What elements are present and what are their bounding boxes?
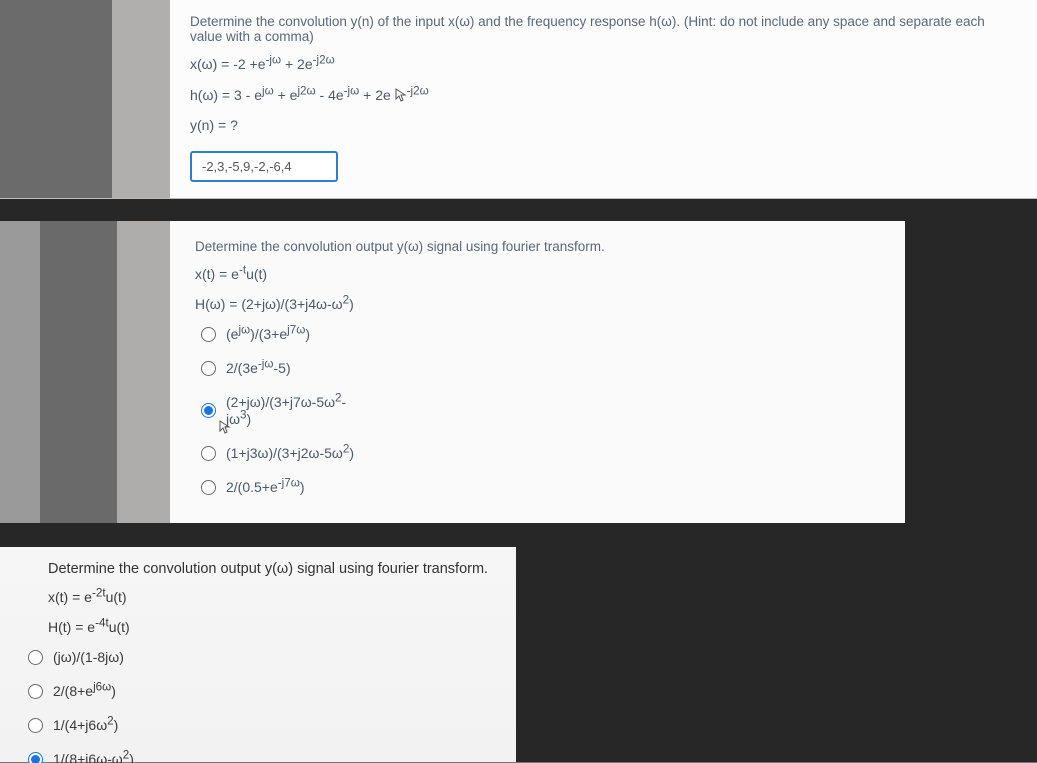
q2-option-4-text: (1+j3ω)/(3+j2ω-5ω2) xyxy=(226,445,354,461)
q3-x-lhs: x(t) = e xyxy=(48,589,92,605)
q2-option-1[interactable]: (ejω)/(3+ej7ω) xyxy=(201,326,885,342)
radio-icon[interactable] xyxy=(201,403,216,418)
q2-options: (ejω)/(3+ej7ω) 2/(3e-jω-5) (2+jω)/(3+j7ω… xyxy=(201,326,885,495)
q1-h-exp2: j2ω xyxy=(297,84,315,97)
q1-x-mid1: + 2e xyxy=(281,56,313,72)
q2-x-equation: x(t) = e-tu(t) xyxy=(195,266,885,282)
q2-x-rhs: u(t) xyxy=(246,266,267,282)
cursor-icon xyxy=(395,88,407,102)
q3-H-equation: H(t) = e-4tu(t) xyxy=(48,619,496,635)
radio-icon[interactable] xyxy=(201,327,216,342)
q1-h-equation: h(ω) = 3 - ejω + ej2ω - 4e-jω + 2e -j2ω xyxy=(190,86,1017,103)
q2-option-1-text: (ejω)/(3+ej7ω) xyxy=(226,326,310,342)
q2-H-rhs: ) xyxy=(349,296,354,312)
radio-icon[interactable] xyxy=(28,718,43,733)
q3-H-lhs: H(t) = e xyxy=(48,619,95,635)
q1-h-exp4: -j2ω xyxy=(407,84,429,97)
q3-option-1[interactable]: (jω)/(1-8jω) xyxy=(28,649,496,665)
q3-prompt: Determine the convolution output y(ω) si… xyxy=(48,561,496,577)
q3-x-exp: -2t xyxy=(92,586,106,599)
q2-prompt: Determine the convolution output y(ω) si… xyxy=(195,239,885,254)
q1-x-exp2: -j2ω xyxy=(313,53,335,66)
q1-x-lhs: x(ω) = -2 +e xyxy=(190,56,266,72)
q1-h-mid2: - 4e xyxy=(316,87,344,103)
q2-option-5[interactable]: 2/(0.5+e-j7ω) xyxy=(201,479,885,495)
question-2: Determine the convolution output y(ω) si… xyxy=(0,221,905,523)
q3-options: (jω)/(1-8jω) 2/(8+ej6ω) 1/(4+j6ω2) 1/(8+… xyxy=(28,649,496,763)
q3-x-rhs: u(t) xyxy=(106,589,127,605)
q3-option-1-text: (jω)/(1-8jω) xyxy=(53,649,124,665)
q1-h-exp3: -jω xyxy=(344,84,360,97)
q1-y-label: y(n) = ? xyxy=(190,117,1017,133)
radio-icon[interactable] xyxy=(201,446,216,461)
q2-H-lhs: H(ω) = (2+jω)/(3+j4ω-ω xyxy=(195,296,343,312)
q2-x-lhs: x(t) = e xyxy=(195,266,239,282)
q2-option-3[interactable]: (2+jω)/(3+j7ω-5ω2-jω3) xyxy=(201,394,885,427)
radio-icon[interactable] xyxy=(201,361,216,376)
q2-H-equation: H(ω) = (2+jω)/(3+j4ω-ω2) xyxy=(195,296,885,312)
q3-option-2[interactable]: 2/(8+ej6ω) xyxy=(28,683,496,699)
q2-option-2[interactable]: 2/(3e-jω-5) xyxy=(201,360,885,376)
q2-option-2-text: 2/(3e-jω-5) xyxy=(226,360,291,376)
question-3: Determine the convolution output y(ω) si… xyxy=(0,547,516,763)
q1-h-mid1: + e xyxy=(274,87,298,103)
q1-x-equation: x(ω) = -2 +e-jω + 2e-j2ω xyxy=(190,56,1017,72)
q1-h-mid3: + 2e xyxy=(359,87,391,103)
cursor-icon xyxy=(219,420,231,434)
q1-answer-input[interactable]: -2,3,-5,9,-2,-6,4 xyxy=(190,151,338,182)
q3-H-rhs: u(t) xyxy=(109,619,130,635)
q3-option-3[interactable]: 1/(4+j6ω2) xyxy=(28,717,496,733)
radio-icon[interactable] xyxy=(28,752,43,763)
q3-H-exp: -4t xyxy=(95,616,109,629)
q2-option-4[interactable]: (1+j3ω)/(3+j2ω-5ω2) xyxy=(201,445,885,461)
radio-icon[interactable] xyxy=(28,650,43,665)
q3-option-3-text: 1/(4+j6ω2) xyxy=(53,717,118,733)
q1-h-exp1: jω xyxy=(262,84,274,97)
q1-h-lhs: h(ω) = 3 - e xyxy=(190,87,262,103)
radio-icon[interactable] xyxy=(201,480,216,495)
q3-option-4-text: 1/(8+j6ω-ω2) xyxy=(53,751,134,763)
q3-x-equation: x(t) = e-2tu(t) xyxy=(48,589,496,605)
q3-option-2-text: 2/(8+ej6ω) xyxy=(53,683,116,699)
q1-x-exp1: -jω xyxy=(266,53,282,66)
question-1: Determine the convolution y(n) of the in… xyxy=(0,0,1037,199)
radio-icon[interactable] xyxy=(28,684,43,699)
q2-option-3-text: (2+jω)/(3+j7ω-5ω2-jω3) xyxy=(226,394,351,427)
q1-prompt: Determine the convolution y(n) of the in… xyxy=(190,14,1017,44)
q2-option-5-text: 2/(0.5+e-j7ω) xyxy=(226,479,305,495)
